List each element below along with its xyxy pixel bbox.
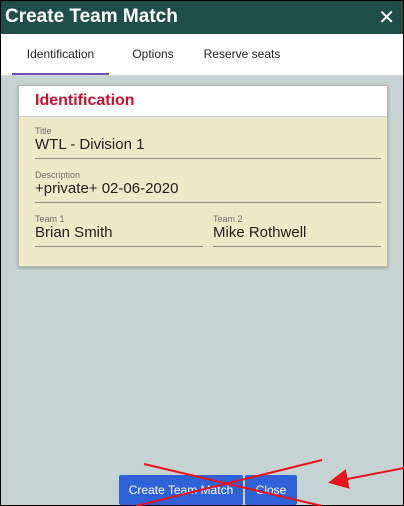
description-label: Description [35, 170, 81, 180]
title-value[interactable]: WTL - Division 1 [35, 136, 381, 154]
team1-value[interactable]: Brian Smith [35, 224, 203, 242]
title-label: Title [35, 126, 52, 136]
field-underline [213, 246, 381, 247]
description-value[interactable]: +private+ 02-06-2020 [35, 180, 381, 198]
team1-label: Team 1 [35, 214, 65, 224]
field-underline [35, 158, 381, 159]
field-underline [35, 202, 381, 203]
description-field[interactable]: Description +private+ 02-06-2020 [35, 170, 381, 203]
tab-options[interactable]: Options [123, 34, 183, 75]
create-team-match-button[interactable]: Create Team Match [119, 475, 243, 505]
title-field[interactable]: Title WTL - Division 1 [35, 126, 381, 159]
panel-title: Identification [35, 92, 135, 109]
dialog-titlebar: Create Team Match ✕ [1, 1, 403, 34]
field-underline [35, 246, 203, 247]
tab-identification[interactable]: Identification [12, 34, 109, 75]
close-icon[interactable]: ✕ [378, 5, 395, 30]
panel-header: Identification [19, 86, 387, 117]
dialog-title: Create Team Match [5, 6, 178, 27]
tab-reserve-seats[interactable]: Reserve seats [197, 34, 287, 75]
close-button[interactable]: Close [245, 475, 297, 505]
identification-panel: Identification Title WTL - Division 1 De… [18, 85, 388, 267]
team2-value[interactable]: Mike Rothwell [213, 224, 381, 242]
create-team-match-dialog: Create Team Match ✕ Identification Optio… [0, 0, 404, 506]
team2-field[interactable]: Team 2 Mike Rothwell [213, 214, 381, 247]
team2-label: Team 2 [213, 214, 243, 224]
team1-field[interactable]: Team 1 Brian Smith [35, 214, 203, 247]
tab-bar: Identification Options Reserve seats [1, 34, 403, 76]
